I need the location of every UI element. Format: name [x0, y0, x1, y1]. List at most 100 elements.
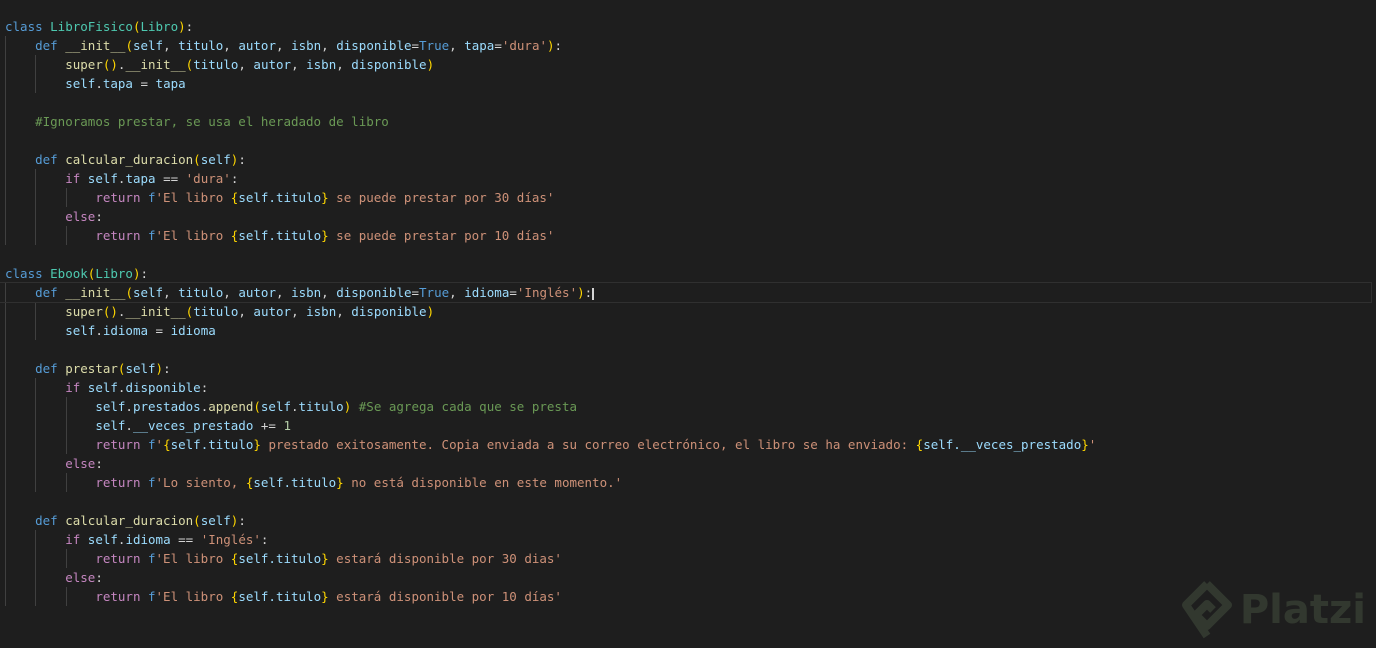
code-token: (): [102, 304, 118, 319]
code-line[interactable]: class Ebook(Libro):: [5, 264, 1371, 283]
code-token: }: [336, 475, 344, 490]
code-token: }: [1081, 437, 1089, 452]
code-line[interactable]: if self.disponible:: [5, 378, 1371, 397]
code-line[interactable]: if self.idioma == 'Inglés':: [5, 530, 1371, 549]
code-token: __init__: [125, 57, 186, 72]
code-token: }: [253, 437, 261, 452]
code-token: titulo: [178, 285, 224, 300]
code-token: self: [65, 323, 96, 338]
code-line[interactable]: [5, 131, 1371, 150]
code-token: no está disponible en este momento.': [343, 475, 623, 490]
code-token: ': [1088, 437, 1097, 452]
code-line[interactable]: else:: [5, 207, 1371, 226]
code-line[interactable]: [5, 340, 1371, 359]
code-token: Libro: [95, 266, 133, 281]
code-editor[interactable]: class LibroFisico(Libro): def __init__(s…: [0, 0, 1376, 648]
code-token: =: [411, 38, 420, 53]
code-token: if: [65, 171, 88, 186]
code-token: self.titulo: [238, 228, 322, 243]
platzi-watermark: Platzi: [1181, 580, 1366, 640]
code-token: 'El libro: [155, 190, 231, 205]
code-token: ): [547, 38, 555, 53]
code-line[interactable]: else:: [5, 568, 1371, 587]
code-line[interactable]: return f'El libro {self.titulo} se puede…: [5, 188, 1371, 207]
watermark-text: Platzi: [1239, 587, 1366, 633]
code-line[interactable]: return f'El libro {self.titulo} se puede…: [5, 226, 1371, 245]
code-line[interactable]: return f'{self.titulo} prestado exitosam…: [5, 435, 1371, 454]
code-line[interactable]: def __init__(self, titulo, autor, isbn, …: [0, 282, 1372, 303]
code-token: :: [95, 570, 103, 585]
code-token: #Ignoramos prestar, se usa el heradado d…: [35, 114, 389, 129]
code-line[interactable]: def calcular_duracion(self):: [5, 150, 1371, 169]
code-token: ): [426, 304, 435, 319]
code-line[interactable]: def __init__(self, titulo, autor, isbn, …: [5, 36, 1371, 55]
code-token: =: [148, 323, 171, 338]
code-token: self: [132, 38, 164, 53]
code-token: super: [65, 57, 103, 72]
code-token: ,: [276, 285, 292, 300]
code-line[interactable]: [5, 245, 1371, 264]
code-token: ,: [238, 304, 254, 319]
code-line[interactable]: def prestar(self):: [5, 359, 1371, 378]
code-line[interactable]: #Ignoramos prestar, se usa el heradado d…: [5, 112, 1371, 131]
code-token: return: [95, 228, 148, 243]
code-line[interactable]: self.idioma = idioma: [5, 321, 1371, 340]
code-token: __veces_prestado: [132, 418, 254, 433]
code-token: return: [95, 437, 148, 452]
code-token: {: [163, 437, 171, 452]
code-line[interactable]: else:: [5, 454, 1371, 473]
code-token: def: [35, 285, 66, 300]
code-line[interactable]: if self.tapa == 'dura':: [5, 169, 1371, 188]
code-token: ==: [155, 171, 186, 186]
code-token: titulo: [193, 304, 239, 319]
code-token: self: [132, 285, 164, 300]
code-token: :: [554, 38, 563, 53]
code-area[interactable]: class LibroFisico(Libro): def __init__(s…: [0, 17, 1372, 606]
code-token: else: [65, 209, 96, 224]
code-token: 'dura': [185, 171, 231, 186]
code-token: self: [200, 513, 231, 528]
code-line[interactable]: return f'Lo siento, {self.titulo} no est…: [5, 473, 1371, 492]
code-line[interactable]: class LibroFisico(Libro):: [5, 17, 1371, 36]
code-token: estará disponible por 30 dias': [328, 551, 562, 566]
code-token: .: [125, 399, 133, 414]
code-token: autor: [253, 57, 292, 72]
code-token: :: [230, 171, 239, 186]
code-token: 'El libro: [155, 589, 231, 604]
code-token: 'Inglés': [200, 532, 261, 547]
code-line[interactable]: self.prestados.append(self.titulo) #Se a…: [5, 397, 1371, 416]
code-token: .: [95, 76, 103, 91]
code-token: LibroFisico: [50, 19, 133, 34]
code-token: self: [125, 361, 156, 376]
code-line[interactable]: return f'El libro {self.titulo} estará d…: [5, 549, 1371, 568]
code-token: self.titulo: [238, 190, 322, 205]
code-line[interactable]: self.__veces_prestado += 1: [5, 416, 1371, 435]
code-line[interactable]: return f'El libro {self.titulo} estará d…: [5, 587, 1371, 606]
code-line[interactable]: [5, 492, 1371, 511]
code-token: .: [291, 399, 299, 414]
code-line[interactable]: def calcular_duracion(self):: [5, 511, 1371, 530]
code-token: +=: [253, 418, 284, 433]
code-token: ,: [336, 304, 352, 319]
code-token: def: [35, 361, 66, 376]
code-token: }: [321, 589, 329, 604]
code-token: prestado exitosamente. Copia enviada a s…: [260, 437, 916, 452]
code-token: self.titulo: [253, 475, 337, 490]
code-token: (: [125, 285, 133, 300]
code-line[interactable]: self.tapa = tapa: [5, 74, 1371, 93]
code-line[interactable]: [5, 93, 1371, 112]
code-token: tapa: [464, 38, 495, 53]
code-line[interactable]: super().__init__(titulo, autor, isbn, di…: [5, 302, 1371, 321]
code-token: append: [208, 399, 254, 414]
code-token: titulo: [178, 38, 224, 53]
code-line[interactable]: super().__init__(titulo, autor, isbn, di…: [5, 55, 1371, 74]
